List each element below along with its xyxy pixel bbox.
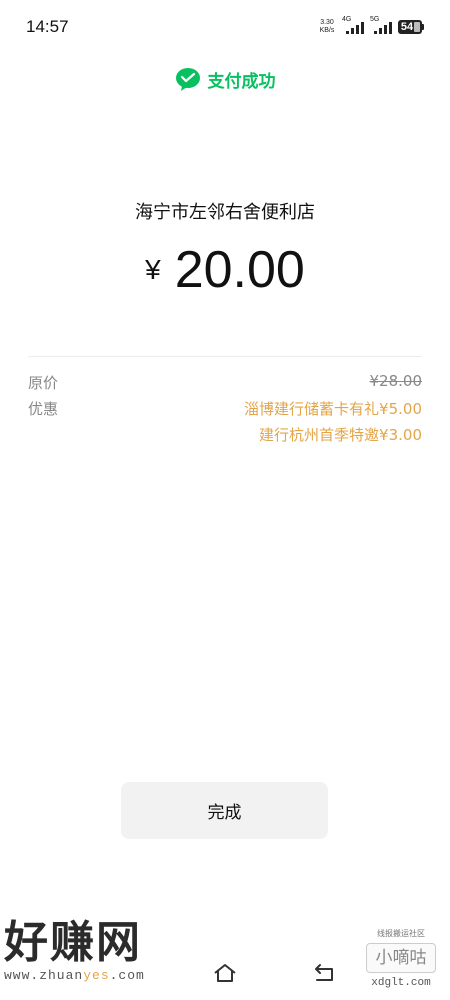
watermark-badge: 小嘀咕 xyxy=(366,943,436,973)
discount-label: 优惠 xyxy=(28,400,59,418)
payment-success-title: 支付成功 xyxy=(207,71,276,92)
watermark-right: 线报搬运社区 小嘀咕 xdglt.com xyxy=(356,928,446,989)
watermark-url-highlight: yes xyxy=(83,968,110,983)
merchant-name: 海宁市左邻右舍便利店 xyxy=(135,202,315,223)
signal-bars-icon xyxy=(346,22,364,34)
done-button[interactable]: 完成 xyxy=(121,782,328,839)
watermark-left: 好赚网 www.zhuanyes.com xyxy=(4,917,204,984)
original-price-label: 原价 xyxy=(28,374,59,392)
watermark-url-suffix: .com xyxy=(109,968,145,983)
wechat-pay-icon xyxy=(175,68,200,91)
watermark-url: www.zhuanyes.com xyxy=(4,968,204,983)
watermark-caption: 线报搬运社区 xyxy=(377,929,425,938)
signal-5g: 5G xyxy=(370,16,396,36)
network-speed: 3.30 KB/s xyxy=(316,19,338,35)
signal-4g: 4G xyxy=(342,16,368,36)
home-icon[interactable] xyxy=(212,962,238,984)
battery-level: 54 xyxy=(400,21,414,33)
amount-value: 20.00 xyxy=(174,241,305,299)
network-speed-value: 3.30 xyxy=(320,19,334,26)
watermark-logo-text: 好赚网 xyxy=(4,917,142,968)
battery-icon: 54 xyxy=(398,20,424,34)
signal-bars-icon xyxy=(374,22,392,34)
network-speed-unit: KB/s xyxy=(319,27,335,34)
divider xyxy=(28,356,422,357)
discount-item: 建行杭州首季特邀¥3.00 xyxy=(259,426,422,444)
watermark-url-prefix: www.zhuan xyxy=(4,968,84,983)
original-price-value: ¥28.00 xyxy=(369,372,423,390)
watermark-url: xdglt.com xyxy=(371,977,431,989)
status-time: 14:57 xyxy=(26,17,69,36)
back-icon[interactable] xyxy=(312,962,338,984)
discount-item: 淄博建行储蓄卡有礼¥5.00 xyxy=(244,400,422,418)
payment-amount: ¥20.00 xyxy=(0,240,450,300)
payment-success-screen: 14:57 3.30 KB/s 4G 5G 54 支付成功 海宁市左邻右舍便利店… xyxy=(0,0,450,1000)
status-bar: 14:57 3.30 KB/s 4G 5G 54 xyxy=(0,0,450,56)
payment-status-header: 支付成功 xyxy=(0,62,450,96)
currency-symbol: ¥ xyxy=(145,254,161,285)
